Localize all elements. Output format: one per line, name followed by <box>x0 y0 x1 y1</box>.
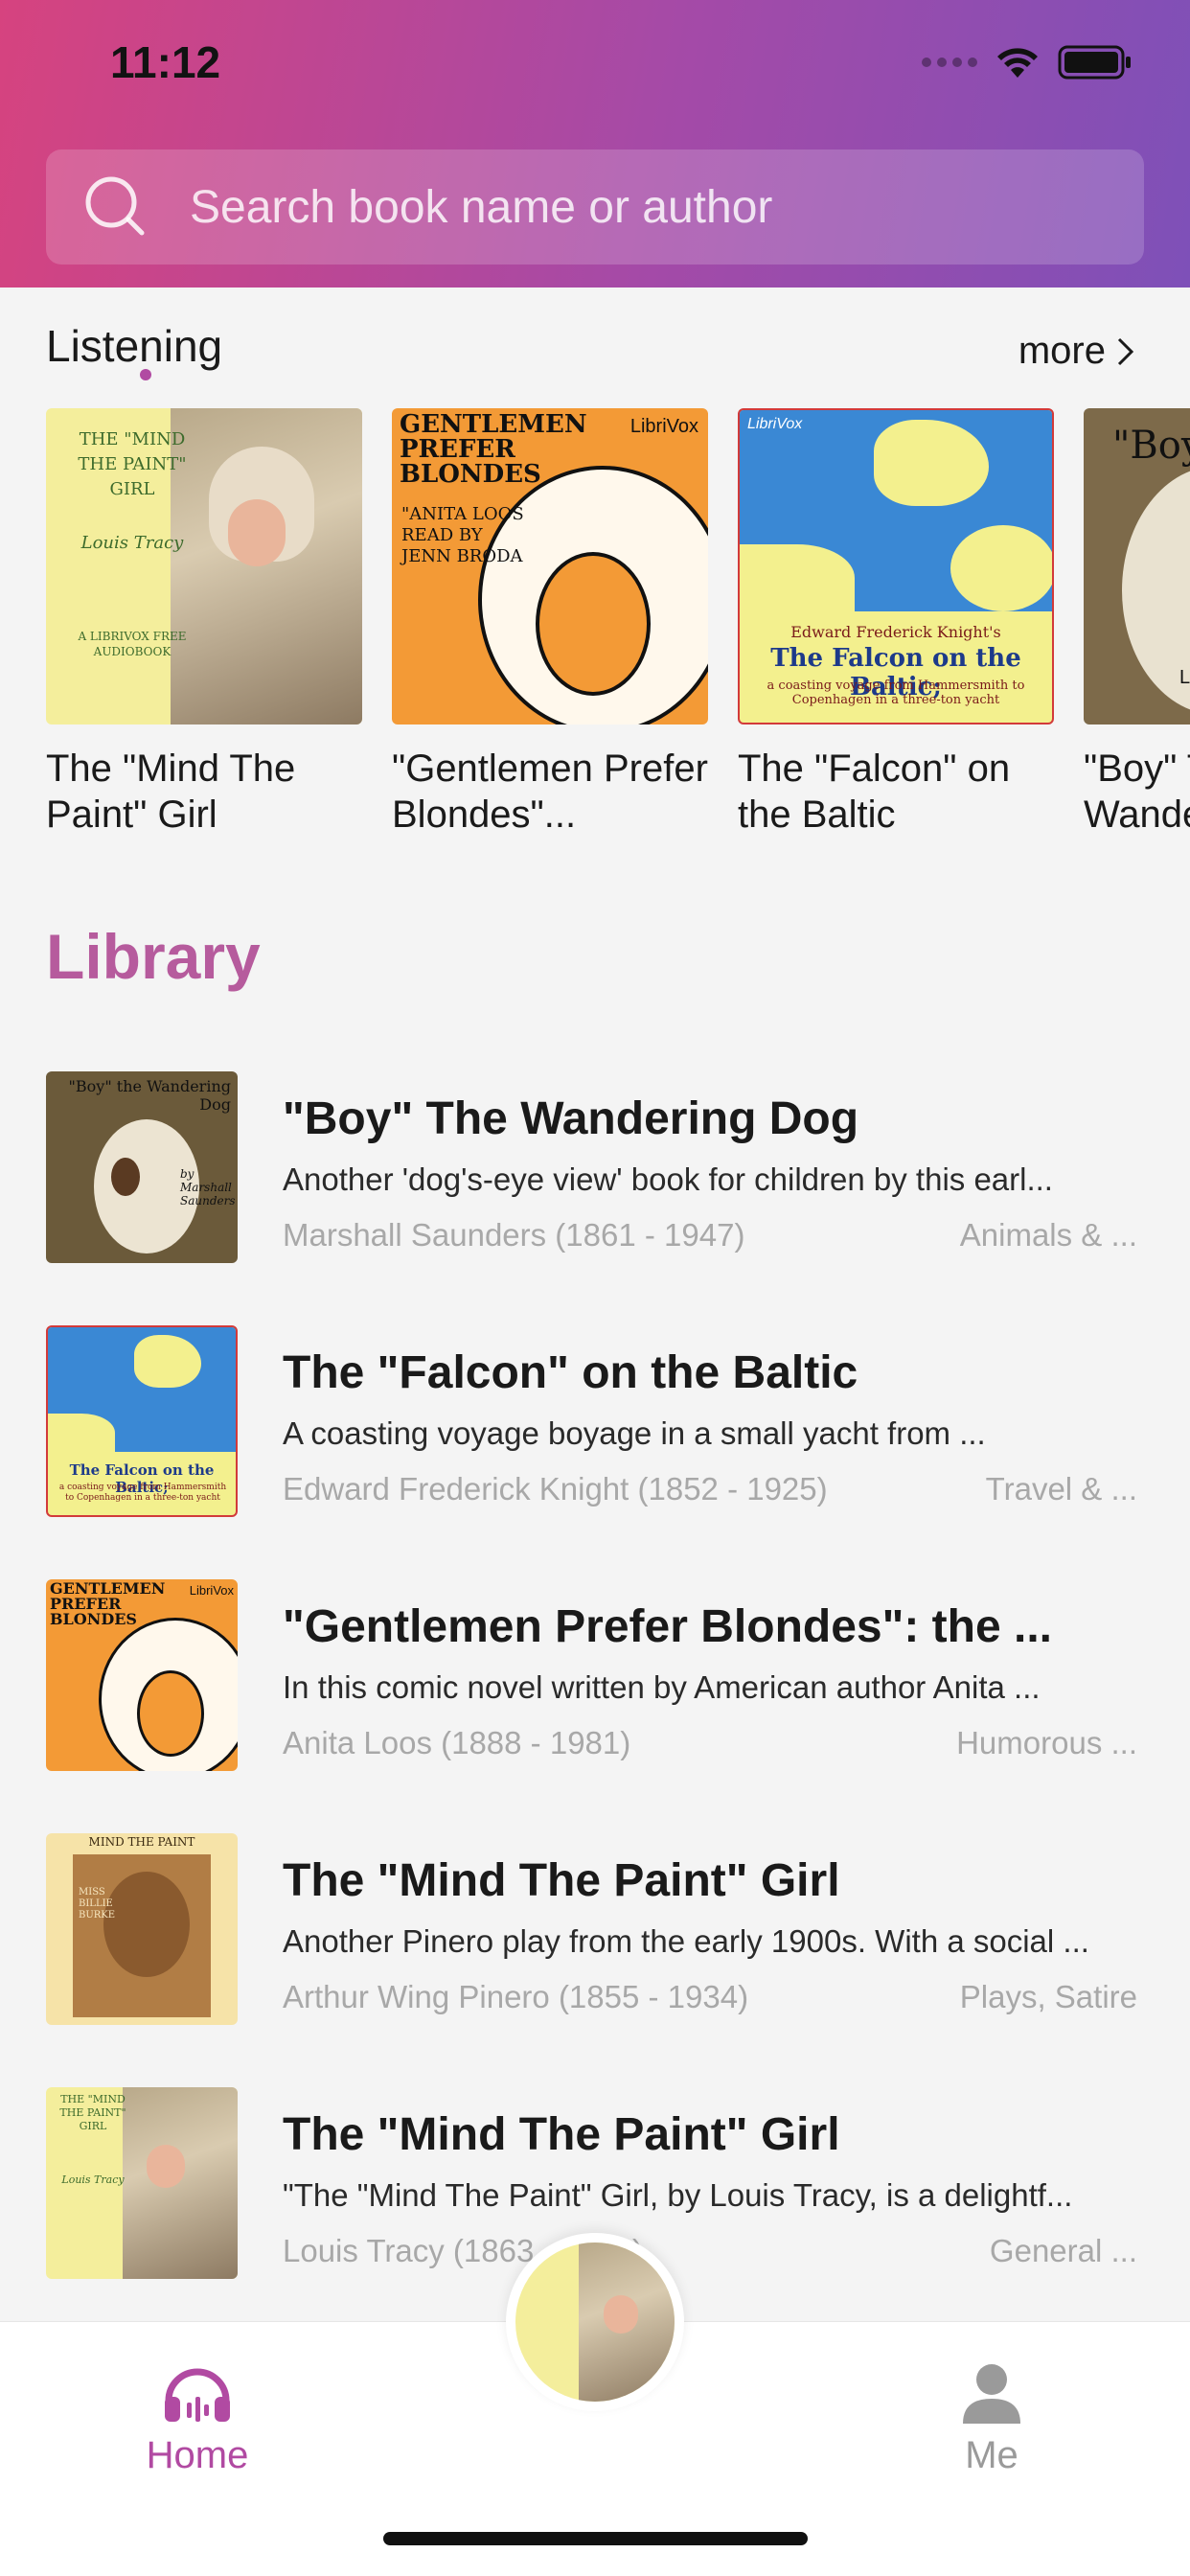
cover-text: THE "MIND THE PAINT" GIRL <box>78 429 187 499</box>
book-category: Travel & ... <box>985 1471 1137 1506</box>
battery-icon <box>1058 45 1131 80</box>
library-item[interactable]: "Boy" the Wandering Dog by Marshall Saun… <box>0 1071 1190 1325</box>
home-indicator <box>383 2532 808 2545</box>
more-link[interactable]: more <box>1018 330 1136 373</box>
book-cover: "Boy" LibriVox <box>1084 408 1190 724</box>
thumb-subtitle: a coasting voyage from Hammersmith to Co… <box>58 1483 227 1503</box>
listening-card[interactable]: THE "MIND THE PAINT" GIRL Louis Tracy A … <box>46 408 362 838</box>
book-cover: LibriVox Edward Frederick Knight's The F… <box>738 408 1054 724</box>
search-bar[interactable]: Search book name or author <box>46 150 1144 264</box>
thumb-title: THE "MIND THE PAINT" GIRL <box>59 2093 126 2132</box>
card-title: "Boy" The Wandering Dog <box>1084 748 1190 836</box>
now-playing-disc[interactable] <box>506 2233 684 2411</box>
thumb-author: Louis Tracy <box>61 2174 125 2186</box>
signal-icon <box>922 58 977 67</box>
library-item[interactable]: MIND THE PAINT MISS BILLIE BURKE The "Mi… <box>0 1833 1190 2087</box>
library-item[interactable]: The Falcon on the Baltic; a coasting voy… <box>0 1325 1190 1579</box>
book-title: The "Mind The Paint" Girl <box>283 1855 840 1906</box>
book-description: In this comic novel written by American … <box>283 1669 1041 1705</box>
listening-card[interactable]: GENTLEMEN PREFER BLONDES "ANITA LOOS REA… <box>392 408 708 838</box>
cover-text: GENTLEMEN PREFER BLONDES <box>400 410 587 489</box>
cover-brand: LibriVox <box>1179 667 1190 688</box>
cover-author: "ANITA LOOS READ BY JENN BRODA <box>401 504 524 566</box>
search-input[interactable]: Search book name or author <box>190 181 772 234</box>
tab-home[interactable]: Home <box>102 2362 293 2477</box>
book-category: Humorous ... <box>956 1725 1137 1760</box>
book-description: "The "Mind The Paint" Girl, by Louis Tra… <box>283 2177 1073 2213</box>
book-title: The "Falcon" on the Baltic <box>283 1347 858 1398</box>
cover-brand: LibriVox <box>747 416 803 432</box>
thumb-author: by Marshall Saunders <box>180 1167 236 1208</box>
cover-brand: LibriVox <box>629 416 698 437</box>
book-category: General ... <box>989 2233 1137 2268</box>
thumb-mid: MISS BILLIE BURKE <box>79 1887 116 1920</box>
card-title: The "Falcon" on the Baltic <box>738 748 1011 836</box>
cover-footer: A LIBRIVOX FREE AUDIOBOOK <box>78 630 187 658</box>
status-time: 11:12 <box>110 37 221 87</box>
status-icons <box>922 44 1133 80</box>
more-label: more <box>1018 330 1106 372</box>
cover-author: Louis Tracy <box>80 533 184 553</box>
book-category: Plays, Satire <box>959 1979 1137 2014</box>
tab-me-label: Me <box>965 2434 1018 2476</box>
book-author: Edward Frederick Knight (1852 - 1925) <box>283 1471 828 1506</box>
header: 11:12 Search book name or author <box>0 0 1190 288</box>
book-author: Marshall Saunders (1861 - 1947) <box>283 1217 745 1253</box>
library-item[interactable]: GENTLEMEN PREFER BLONDES LibriVox "Gentl… <box>0 1579 1190 1833</box>
thumb-brand: LibriVox <box>189 1583 234 1598</box>
listening-card[interactable]: "Boy" LibriVox "Boy" The Wandering Dog <box>1084 408 1190 838</box>
thumb-title: GENTLEMEN PREFER BLONDES <box>50 1579 166 1628</box>
card-title: The "Mind The Paint" Girl <box>46 748 296 836</box>
listening-title: Listening <box>46 321 223 371</box>
chevron-right-icon <box>1117 337 1134 365</box>
person-icon <box>963 2364 1020 2424</box>
book-description: Another 'dog's-eye view' book for childr… <box>283 1162 1053 1197</box>
cover-subtitle: a coasting voyage from Hammersmith to Co… <box>767 678 1025 707</box>
book-cover: THE "MIND THE PAINT" GIRL Louis Tracy A … <box>46 408 362 724</box>
cover-text: "Boy" <box>1112 424 1190 468</box>
headphones-icon <box>165 2368 230 2422</box>
search-icon <box>85 176 145 236</box>
book-author: Anita Loos (1888 - 1981) <box>283 1725 631 1760</box>
book-author: Arthur Wing Pinero (1855 - 1934) <box>283 1979 749 2014</box>
library-title: Library <box>46 921 261 992</box>
book-description: A coasting voyage boyage in a small yach… <box>283 1415 986 1451</box>
thumb-title: "Boy" the Wandering Dog <box>68 1077 231 1114</box>
book-title: The "Mind The Paint" Girl <box>283 2109 840 2160</box>
book-thumbnail: THE "MIND THE PAINT" GIRL Louis Tracy <box>46 2087 238 2279</box>
listening-card[interactable]: LibriVox Edward Frederick Knight's The F… <box>738 408 1054 838</box>
tab-home-label: Home <box>146 2434 249 2476</box>
tab-me[interactable]: Me <box>896 2362 1087 2477</box>
book-thumbnail: GENTLEMEN PREFER BLONDES LibriVox <box>46 1579 238 1771</box>
book-thumbnail: MIND THE PAINT MISS BILLIE BURKE <box>46 1833 238 2025</box>
wifi-icon <box>997 48 1038 78</box>
title-indicator-dot <box>140 369 151 380</box>
book-cover: GENTLEMEN PREFER BLONDES "ANITA LOOS REA… <box>392 408 708 724</box>
card-title: "Gentlemen Prefer Blondes"... <box>392 748 708 836</box>
listening-carousel[interactable]: THE "MIND THE PAINT" GIRL Louis Tracy A … <box>46 408 1190 849</box>
now-playing-cover <box>515 2242 675 2402</box>
book-description: Another Pinero play from the early 1900s… <box>283 1923 1089 1959</box>
book-thumbnail: "Boy" the Wandering Dog by Marshall Saun… <box>46 1071 238 1263</box>
book-title: "Gentlemen Prefer Blondes": the ... <box>283 1601 1053 1652</box>
book-category: Animals & ... <box>959 1217 1137 1253</box>
book-title: "Boy" The Wandering Dog <box>283 1093 859 1144</box>
thumb-top: MIND THE PAINT <box>88 1835 195 1849</box>
cover-author: Edward Frederick Knight's <box>790 623 1001 641</box>
book-thumbnail: The Falcon on the Baltic; a coasting voy… <box>46 1325 238 1517</box>
